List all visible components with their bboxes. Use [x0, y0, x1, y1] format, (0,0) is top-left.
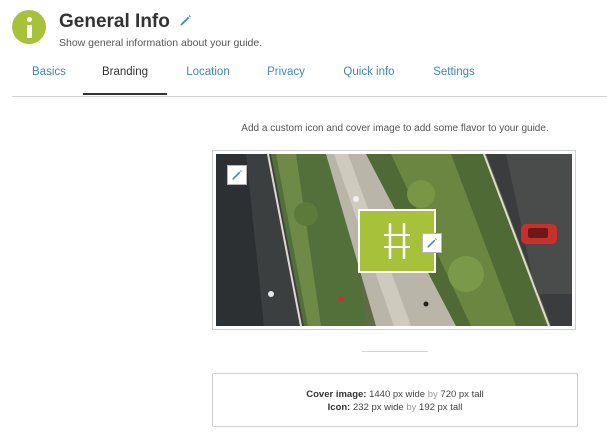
pencil-icon	[232, 170, 242, 180]
tab-settings[interactable]: Settings	[433, 58, 475, 95]
icon-height: 192 px tall	[419, 402, 463, 413]
title-row: General Info	[59, 11, 192, 33]
icon-by: by	[406, 402, 417, 413]
tab-location[interactable]: Location	[186, 58, 230, 95]
cover-width: 1440 px wide	[369, 389, 426, 400]
cover-size-line: Cover image: 1440 px wide by 720 px tall	[213, 389, 577, 400]
tab-branding[interactable]: Branding	[83, 58, 167, 95]
icon-size-line: Icon: 232 px wide by 192 px tall	[213, 402, 577, 413]
cover-height: 720 px tall	[440, 389, 484, 400]
cover-size-label: Cover image:	[306, 389, 367, 400]
branding-intro-text: Add a custom icon and cover image to add…	[241, 123, 549, 134]
icon-width: 232 px wide	[353, 402, 404, 413]
page-title: General Info	[59, 11, 170, 32]
pencil-icon	[427, 238, 437, 248]
page-header: General Info Show general information ab…	[12, 10, 592, 54]
section-divider	[362, 351, 428, 352]
edit-guide-icon-button[interactable]	[422, 233, 442, 253]
image-size-requirements: Cover image: 1440 px wide by 720 px tall…	[212, 373, 578, 427]
tab-bar: Basics Branding Location Privacy Quick i…	[12, 58, 607, 97]
cover-image	[216, 154, 572, 326]
tab-privacy[interactable]: Privacy	[267, 58, 305, 95]
tab-basics[interactable]: Basics	[32, 58, 66, 95]
info-circle-icon	[12, 10, 46, 44]
edit-title-pencil-icon[interactable]	[179, 14, 192, 32]
cover-image-frame	[212, 150, 576, 330]
page-subtitle: Show general information about your guid…	[59, 37, 263, 49]
icon-size-label: Icon:	[327, 402, 351, 413]
tab-quick-info[interactable]: Quick info	[343, 58, 395, 95]
edit-cover-image-button[interactable]	[227, 165, 247, 185]
cover-by: by	[427, 389, 438, 400]
